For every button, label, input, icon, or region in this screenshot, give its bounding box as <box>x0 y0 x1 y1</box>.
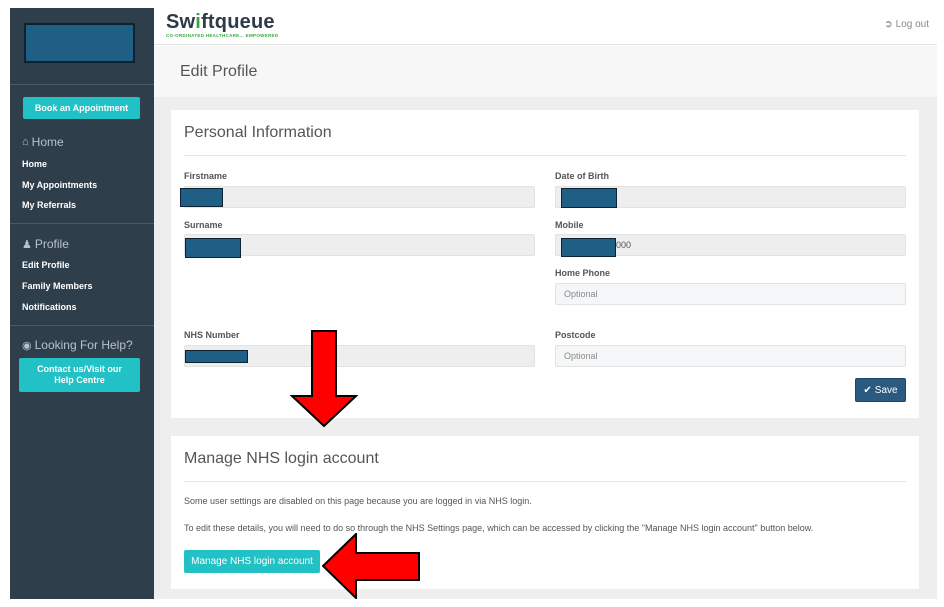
save-button[interactable]: ✔ Save <box>855 378 906 402</box>
nhs-number-redaction <box>185 350 248 363</box>
top-bar: Swiftqueue CO-ORDINATED HEALTHCARE... EM… <box>154 8 937 45</box>
home-phone-label: Home Phone <box>555 268 611 278</box>
lifebuoy-icon: ◉ <box>22 339 32 352</box>
sidebar-divider <box>10 84 154 85</box>
logout-label: Log out <box>895 19 929 30</box>
manage-nhs-login-button[interactable]: Manage NHS login account <box>184 550 320 573</box>
nhs-login-panel: Manage NHS login account Some user setti… <box>171 436 919 589</box>
sidebar: Book an Appointment ⌂ Home Home My Appoi… <box>10 8 154 599</box>
save-label: Save <box>874 384 898 396</box>
firstname-label: Firstname <box>184 171 228 181</box>
postcode-field[interactable]: Optional <box>555 345 906 367</box>
panel-divider <box>184 155 906 156</box>
postcode-placeholder: Optional <box>564 351 598 361</box>
brand-tagline: CO-ORDINATED HEALTHCARE... EMPOWERED <box>166 33 279 38</box>
sidebar-item-family-members[interactable]: Family Members <box>22 281 93 291</box>
nhs-info-text-1: Some user settings are disabled on this … <box>184 496 532 506</box>
nhs-info-text-2: To edit these details, you will need to … <box>184 523 814 533</box>
sidebar-divider <box>10 325 154 326</box>
date-of-birth-label: Date of Birth <box>555 171 609 181</box>
sidebar-item-notifications[interactable]: Notifications <box>22 302 77 312</box>
sidebar-logo-redacted <box>24 23 135 63</box>
book-appointment-button[interactable]: Book an Appointment <box>23 97 140 119</box>
home-phone-placeholder: Optional <box>564 289 598 299</box>
sidebar-divider <box>10 223 154 224</box>
sidebar-item-home[interactable]: Home <box>22 159 47 169</box>
personal-information-panel: Personal Information Firstname Surname N… <box>171 110 919 418</box>
left-arrow-annotation <box>322 533 420 599</box>
surname-label: Surname <box>184 220 223 230</box>
nhs-number-label: NHS Number <box>184 330 240 340</box>
contact-help-centre-button[interactable]: Contact us/Visit our Help Centre <box>19 358 140 392</box>
date-of-birth-redaction <box>561 188 617 208</box>
brand-name: Swiftqueue <box>166 11 275 33</box>
main-content: Edit Profile Personal Information Firstn… <box>154 46 937 599</box>
firstname-field[interactable] <box>184 186 535 208</box>
help-section-title: Looking For Help? <box>34 338 133 352</box>
sidebar-item-edit-profile[interactable]: Edit Profile <box>22 260 70 270</box>
postcode-label: Postcode <box>555 330 596 340</box>
sidebar-item-my-appointments[interactable]: My Appointments <box>22 180 97 190</box>
home-section-title: Home <box>31 135 64 149</box>
help-section-heading: ◉ Looking For Help? <box>22 338 133 352</box>
home-icon: ⌂ <box>22 136 29 148</box>
nhs-login-title: Manage NHS login account <box>184 450 379 467</box>
mobile-label: Mobile <box>555 220 584 230</box>
page-title-bar: Edit Profile <box>154 46 937 97</box>
contact-help-line1: Contact us/Visit our <box>37 364 122 374</box>
mobile-redaction <box>561 238 616 257</box>
profile-section-title: Profile <box>34 237 69 251</box>
down-arrow-annotation <box>290 330 358 428</box>
personal-information-title: Personal Information <box>184 124 332 141</box>
home-section-heading: ⌂ Home <box>22 135 64 149</box>
down-arrow-shape <box>290 330 358 428</box>
mobile-visible-digits: 000 <box>616 240 632 250</box>
page-title: Edit Profile <box>180 63 258 80</box>
surname-redaction <box>185 238 241 258</box>
sidebar-item-my-referrals[interactable]: My Referrals <box>22 200 76 210</box>
left-arrow-shape <box>322 533 420 599</box>
user-icon: ♟ <box>22 238 32 251</box>
firstname-redaction <box>180 188 223 207</box>
check-icon: ✔ <box>863 384 872 396</box>
panel-divider <box>184 481 906 482</box>
sign-out-icon: ➲ <box>884 19 893 30</box>
logout-link[interactable]: ➲ Log out <box>884 19 929 30</box>
app-root: Book an Appointment ⌂ Home Home My Appoi… <box>0 0 944 607</box>
home-phone-field[interactable]: Optional <box>555 283 906 305</box>
contact-help-line2: Help Centre <box>54 375 105 385</box>
brand-logo[interactable]: Swiftqueue CO-ORDINATED HEALTHCARE... EM… <box>166 11 278 38</box>
profile-section-heading: ♟ Profile <box>22 237 69 251</box>
